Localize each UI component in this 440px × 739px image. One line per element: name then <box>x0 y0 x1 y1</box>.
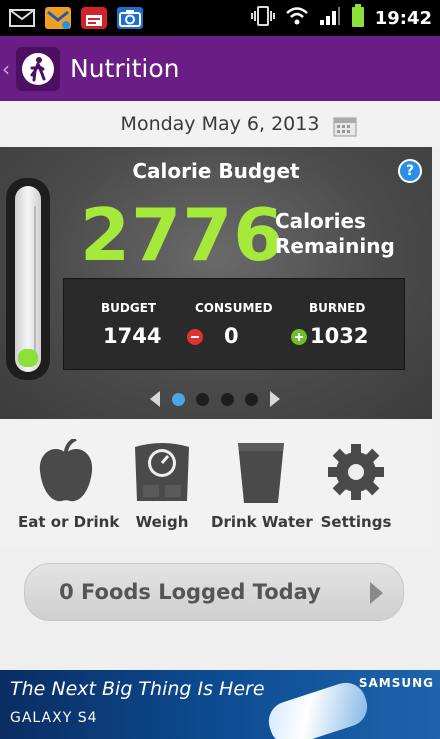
burned-label: BURNED <box>309 301 366 315</box>
eat-or-drink-label: Eat or Drink <box>18 513 120 531</box>
calories-remaining-label: Calories Remaining <box>275 209 395 259</box>
settings-button[interactable]: Settings <box>318 439 394 531</box>
chevron-right-icon <box>370 582 383 604</box>
page-title: Nutrition <box>70 54 180 83</box>
status-bar: 19:42 <box>0 0 440 36</box>
camera-icon <box>116 6 144 30</box>
calendar-icon[interactable] <box>333 115 357 137</box>
drink-water-button[interactable]: Drink Water <box>211 439 313 531</box>
missed-call-icon <box>44 6 72 30</box>
current-date: Monday May 6, 2013 <box>120 113 320 135</box>
app-notification-icon <box>80 6 108 30</box>
page-dot[interactable] <box>196 392 210 406</box>
email-icon <box>8 6 36 30</box>
remaining-label-line1: Calories <box>275 209 366 233</box>
apple-icon <box>39 439 93 502</box>
ad-product: GALAXY S4 <box>10 710 98 726</box>
battery-icon <box>351 4 365 32</box>
signal-icon <box>319 6 341 30</box>
water-glass-icon <box>238 443 284 503</box>
drink-water-label: Drink Water <box>211 513 313 531</box>
foods-logged-label: 0 Foods Logged Today <box>59 580 321 604</box>
calorie-thermometer <box>6 178 50 380</box>
foods-logged-button[interactable]: 0 Foods Logged Today <box>24 563 404 621</box>
plus-icon <box>291 329 307 345</box>
burned-value: 1032 <box>310 324 369 348</box>
app-header: ‹ Nutrition <box>0 36 440 101</box>
consumed-value: 0 <box>224 324 239 348</box>
page-indicator[interactable] <box>150 390 280 408</box>
vibrate-icon <box>250 5 275 31</box>
walking-person-icon[interactable] <box>16 46 60 91</box>
remaining-label-line2: Remaining <box>275 234 395 258</box>
calories-remaining-value: 2776 <box>80 193 285 277</box>
page-dot[interactable] <box>220 392 234 406</box>
next-page-arrow-icon[interactable] <box>269 391 280 407</box>
calorie-budget-panel[interactable]: Calorie Budget ? 2776 Calories Remaining… <box>0 147 432 419</box>
ad-banner[interactable]: The Next Big Thing Is Here GALAXY S4 SAM… <box>0 670 440 739</box>
eat-or-drink-button[interactable]: Eat or Drink <box>18 439 120 531</box>
calorie-budget-title: Calorie Budget <box>132 159 300 183</box>
gear-icon <box>328 444 384 500</box>
page-dot[interactable] <box>245 392 259 406</box>
consumed-label: CONSUMED <box>195 301 273 315</box>
scale-icon <box>135 443 189 501</box>
weigh-label: Weigh <box>135 513 189 531</box>
phone-image <box>263 677 373 739</box>
ad-brand-logo: SAMSUNG <box>358 676 434 690</box>
budget-label: BUDGET <box>101 301 157 315</box>
back-chevron-icon[interactable]: ‹ <box>2 57 14 81</box>
wifi-icon <box>285 6 309 30</box>
thermometer-fill <box>18 349 38 367</box>
help-icon[interactable]: ? <box>398 159 422 183</box>
calorie-stats-box: BUDGET 1744 CONSUMED 0 BURNED 1032 <box>63 278 405 370</box>
prev-page-arrow-icon[interactable] <box>150 391 160 407</box>
action-row: Eat or Drink Weigh Drink Water Settings <box>0 419 432 549</box>
page-dot[interactable] <box>171 392 185 406</box>
settings-label: Settings <box>320 513 392 531</box>
weigh-button[interactable]: Weigh <box>124 439 200 531</box>
ad-tagline: The Next Big Thing Is Here <box>10 678 265 700</box>
date-row: Monday May 6, 2013 <box>0 101 440 147</box>
status-time: 19:42 <box>374 7 432 29</box>
budget-value: 1744 <box>103 324 162 348</box>
minus-icon <box>187 329 203 345</box>
